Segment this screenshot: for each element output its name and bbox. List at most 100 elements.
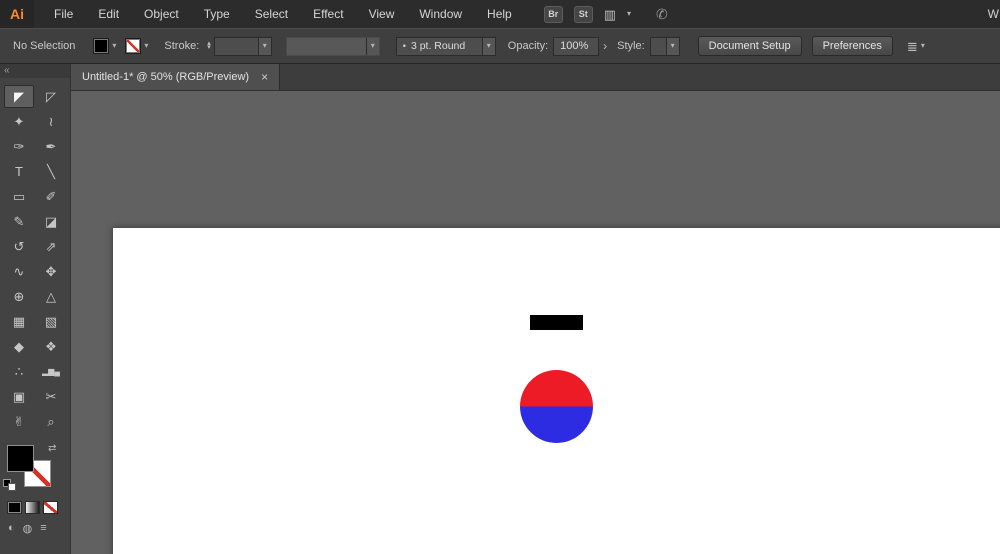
selection-status-label: No Selection bbox=[13, 40, 76, 52]
mesh-tool[interactable]: ▦ bbox=[4, 310, 34, 333]
chevron-down-icon[interactable]: ▾ bbox=[627, 10, 631, 18]
lasso-tool[interactable]: ≀ bbox=[36, 110, 66, 133]
magic-wand-tool[interactable]: ✦ bbox=[4, 110, 34, 133]
opacity-panel-arrow-icon[interactable]: › bbox=[603, 39, 607, 53]
stock-button[interactable]: St bbox=[573, 5, 593, 23]
stroke-weight-select[interactable]: ▾ bbox=[213, 36, 272, 56]
color-button[interactable] bbox=[7, 501, 22, 514]
stroke-weight-label: Stroke: bbox=[164, 40, 200, 52]
red-blue-circle-shape[interactable] bbox=[520, 370, 593, 443]
menu-window[interactable]: Window bbox=[419, 7, 462, 21]
menu-effect[interactable]: Effect bbox=[313, 7, 343, 21]
stroke-weight-stepper[interactable]: ▴ ▾ bbox=[207, 40, 211, 51]
chevron-down-icon: ▾ bbox=[262, 41, 267, 50]
width-tool[interactable]: ∿ bbox=[4, 260, 34, 283]
blob-brush-tool[interactable]: ✑ bbox=[4, 135, 34, 158]
chevron-down-icon: ▾ bbox=[370, 41, 375, 50]
menu-help[interactable]: Help bbox=[487, 7, 512, 21]
chevron-down-icon[interactable]: ▾ bbox=[921, 42, 925, 50]
perspective-grid-tool[interactable]: △ bbox=[36, 285, 66, 308]
selection-tool[interactable]: ◤ bbox=[4, 85, 34, 108]
rotate-tool[interactable]: ↺ bbox=[4, 235, 34, 258]
menu-file[interactable]: File bbox=[54, 7, 73, 21]
workspace: « ◤ ◸ ✦ ≀ ✑ ✒ T ╲ ▭ ✐ ✎ ◪ ↺ ⇗ ∿ ✥ ⊕ △ ▦ bbox=[0, 64, 1000, 554]
hand-tool[interactable]: ✌ bbox=[4, 410, 34, 433]
panel-bottom-icons: ◐ ◍ ≡ bbox=[0, 522, 70, 535]
tools-panel: « ◤ ◸ ✦ ≀ ✑ ✒ T ╲ ▭ ✐ ✎ ◪ ↺ ⇗ ∿ ✥ ⊕ △ ▦ bbox=[0, 64, 71, 554]
menu-type[interactable]: Type bbox=[204, 7, 230, 21]
pencil-tool[interactable]: ✎ bbox=[4, 210, 34, 233]
menu-object[interactable]: Object bbox=[144, 7, 179, 21]
document-tab-title: Untitled-1* @ 50% (RGB/Preview) bbox=[82, 71, 250, 83]
workspace-switcher-clipped[interactable]: W bbox=[988, 7, 999, 21]
fill-chevron-icon[interactable]: ▾ bbox=[112, 42, 116, 50]
fill-color-swatch[interactable] bbox=[93, 38, 110, 54]
menu-list: File Edit Object Type Select Effect View… bbox=[54, 7, 512, 21]
symbol-sprayer-tool[interactable]: ∴ bbox=[4, 360, 34, 383]
tab-strip: Untitled-1* @ 50% (RGB/Preview) × bbox=[71, 64, 1000, 91]
opacity-input[interactable]: 100% bbox=[553, 36, 600, 56]
document-setup-button[interactable]: Document Setup bbox=[697, 36, 802, 56]
tool-grid: ◤ ◸ ✦ ≀ ✑ ✒ T ╲ ▭ ✐ ✎ ◪ ↺ ⇗ ∿ ✥ ⊕ △ ▦ ▧ bbox=[0, 85, 70, 433]
gradient-button[interactable] bbox=[25, 501, 40, 514]
brush-definition-select[interactable]: • 3 pt. Round ▾ bbox=[395, 36, 496, 56]
brush-definition-value: 3 pt. Round bbox=[410, 40, 466, 52]
document-tab[interactable]: Untitled-1* @ 50% (RGB/Preview) × bbox=[71, 64, 281, 90]
cs-live-icon[interactable]: ✆ bbox=[656, 6, 668, 23]
column-graph-tool[interactable]: ▂▆▄ bbox=[36, 360, 66, 383]
bridge-button[interactable]: Br bbox=[543, 5, 563, 23]
none-button[interactable] bbox=[43, 501, 58, 514]
fill-color-box[interactable] bbox=[7, 445, 34, 472]
shape-builder-tool[interactable]: ⊕ bbox=[4, 285, 34, 308]
artboard[interactable] bbox=[113, 228, 1000, 554]
close-tab-icon[interactable]: × bbox=[261, 71, 268, 83]
align-options[interactable]: ≣ ▾ bbox=[907, 40, 925, 53]
zoom-tool[interactable]: ⌕ bbox=[36, 410, 66, 433]
paintbrush-tool[interactable]: ✐ bbox=[36, 185, 66, 208]
type-tool[interactable]: T bbox=[4, 160, 34, 183]
stroke-chevron-icon[interactable]: ▾ bbox=[144, 42, 148, 50]
free-transform-tool[interactable]: ✥ bbox=[36, 260, 66, 283]
direct-selection-tool[interactable]: ◸ bbox=[36, 85, 66, 108]
stroke-color-swatch[interactable] bbox=[125, 38, 142, 54]
stepper-down-icon[interactable]: ▾ bbox=[207, 44, 211, 51]
preferences-button[interactable]: Preferences bbox=[811, 36, 893, 56]
illustrator-window: Ai File Edit Object Type Select Effect V… bbox=[0, 0, 1000, 554]
canvas[interactable] bbox=[71, 91, 1000, 554]
artboard-tool[interactable]: ▣ bbox=[4, 385, 34, 408]
pen-tool[interactable]: ✒ bbox=[36, 135, 66, 158]
menu-select[interactable]: Select bbox=[255, 7, 288, 21]
slice-tool[interactable]: ✂ bbox=[36, 385, 66, 408]
appbar-icons: Br St ▥ ▾ ✆ bbox=[543, 5, 668, 23]
chevron-down-icon: ▾ bbox=[670, 41, 675, 50]
opacity-label: Opacity: bbox=[507, 40, 549, 52]
swap-fill-stroke-icon[interactable]: ⇄ bbox=[48, 443, 56, 454]
blend-tool[interactable]: ❖ bbox=[36, 335, 66, 358]
control-bar: No Selection ▾ ▾ Stroke: ▴ ▾ ▾ ▾ • 3 pt.… bbox=[0, 28, 1000, 64]
menu-edit[interactable]: Edit bbox=[98, 7, 119, 21]
default-stroke-mini bbox=[8, 483, 16, 491]
variable-width-profile-select[interactable]: ▾ bbox=[285, 36, 380, 56]
app-logo: Ai bbox=[0, 0, 34, 28]
scale-tool[interactable]: ⇗ bbox=[36, 235, 66, 258]
menubar: Ai File Edit Object Type Select Effect V… bbox=[0, 0, 1000, 28]
color-mode-row bbox=[0, 501, 70, 514]
screen-mode-icon[interactable]: ◍ bbox=[23, 522, 33, 535]
drawing-modes-icon[interactable]: ◐ bbox=[8, 522, 15, 535]
panel-menu-icon[interactable]: ≡ bbox=[40, 522, 46, 535]
eraser-tool[interactable]: ◪ bbox=[36, 210, 66, 233]
rectangle-tool[interactable]: ▭ bbox=[4, 185, 34, 208]
document-area: Untitled-1* @ 50% (RGB/Preview) × bbox=[71, 64, 1000, 554]
collapse-panel-icon[interactable]: « bbox=[0, 64, 70, 78]
menu-view[interactable]: View bbox=[369, 7, 395, 21]
gradient-tool[interactable]: ▧ bbox=[36, 310, 66, 333]
brush-dot-icon: • bbox=[402, 41, 406, 51]
black-rectangle-shape[interactable] bbox=[530, 315, 583, 330]
align-icon[interactable]: ≣ bbox=[907, 40, 918, 53]
chevron-down-icon: ▾ bbox=[486, 41, 491, 50]
graphic-style-select[interactable]: ▾ bbox=[649, 36, 680, 56]
eyedropper-tool[interactable]: ◆ bbox=[4, 335, 34, 358]
line-segment-tool[interactable]: ╲ bbox=[36, 160, 66, 183]
default-fill-stroke-icon[interactable] bbox=[3, 479, 17, 491]
arrange-documents-icon[interactable]: ▥ bbox=[604, 8, 616, 21]
